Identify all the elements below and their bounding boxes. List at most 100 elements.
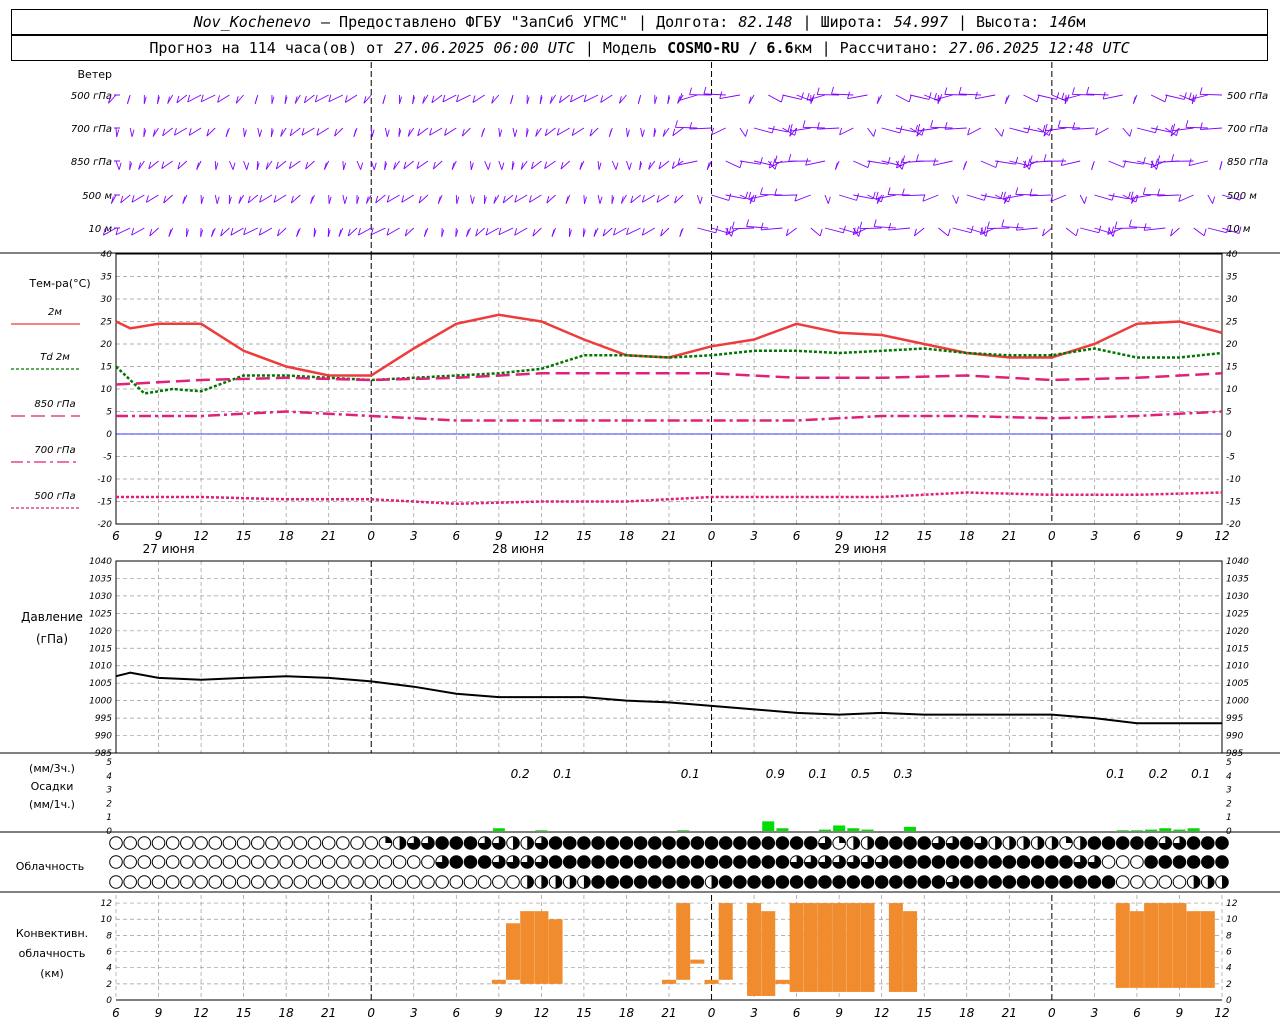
conv-cloud-bar (1158, 903, 1173, 988)
cloud-cover-fill (1215, 855, 1229, 869)
temp-ytick-right: 40 (1226, 250, 1238, 260)
cloud-cover-fill (399, 836, 406, 850)
cloud-cover-fill (691, 875, 704, 889)
wind-barb-flag (1084, 196, 1087, 204)
cloud-cover-fill (747, 855, 761, 869)
wind-barb-flag (915, 154, 919, 162)
cloud-cover-circle (463, 875, 478, 889)
wind-barb-flag (626, 129, 630, 137)
temp-legend-label: Td 2м (40, 352, 70, 363)
temp-xtick: 9 (1176, 529, 1184, 543)
wind-barb-flag (608, 129, 612, 137)
wind-barb-flag (215, 162, 219, 170)
pressure-ytick-left: 990 (95, 732, 112, 742)
wind-level-left: 500 гПа (71, 91, 112, 102)
precip-title: Осадки (31, 780, 74, 793)
wind-barb (1108, 160, 1124, 168)
cloud-cover-circle (506, 875, 520, 889)
cloud-cover-circle (265, 836, 279, 850)
cloud-cover-circle (236, 836, 251, 850)
cloud-cover-circle (350, 875, 364, 889)
conv-xtick: 0 (708, 1006, 716, 1020)
temp-xtick: 3 (410, 529, 418, 543)
wind-barb-flag (816, 87, 820, 95)
precip-bar (1116, 830, 1129, 831)
cloud-cover-fill (875, 875, 888, 889)
wind-barb-flag (1183, 92, 1187, 100)
wind-barb (994, 127, 1003, 137)
temp-ytick-left: 20 (101, 340, 113, 350)
cloud-cover-fill (761, 855, 775, 869)
cloud-cover-circle (180, 855, 194, 869)
wind-barb-flag (1043, 154, 1047, 162)
wind-barb-flag (774, 162, 778, 170)
wind-barb-flag (470, 162, 474, 170)
wind-barb-flag (514, 129, 518, 137)
temp-xtick: 15 (917, 529, 932, 543)
cloud-cover-circle (1130, 875, 1144, 889)
wind-barb-flag (1112, 229, 1116, 237)
conv-xtick: 9 (495, 1006, 503, 1020)
temp-ytick-left: 0 (106, 430, 112, 440)
wind-barb (711, 194, 729, 201)
cloud-cover-circle (364, 875, 379, 889)
cloud-cover-fill (1187, 836, 1200, 850)
cloud-cover-circle (250, 875, 265, 889)
wind-barb (1065, 227, 1077, 237)
wind-barb (839, 194, 857, 201)
wind-barb (1058, 126, 1081, 129)
cloud-cover-fill (776, 855, 789, 869)
wind-barb (1016, 227, 1038, 231)
wind-barb-flag (1129, 129, 1133, 137)
wind-barb-flag (1212, 196, 1216, 204)
temp-xtick: 0 (367, 529, 375, 543)
temp-xtick: 6 (112, 529, 120, 543)
wind-barb-flag (887, 187, 891, 195)
precip-ytick-left: 1 (106, 813, 112, 823)
temp-ytick-left: 30 (101, 295, 113, 305)
wind-level-right: 500 м (1227, 191, 1257, 202)
conv-ytick-left: 0 (106, 996, 112, 1006)
cloud-cover-circle (265, 855, 279, 869)
precip-amount-label: 0.5 (851, 767, 870, 781)
wind-barb-flag (947, 228, 951, 237)
cloud-cover-fill (676, 836, 690, 850)
cloud-cover-fill (853, 836, 860, 850)
wind-barb (1150, 94, 1166, 103)
cloud-cover-fill (705, 855, 718, 869)
cloud-cover-fill (974, 855, 988, 869)
temp-xtick: 3 (1091, 529, 1099, 543)
cloud-cover-fill (591, 875, 605, 889)
wind-barb-flag (127, 96, 130, 104)
wind-barb-flag (1164, 94, 1168, 102)
wind-barb-flag (928, 92, 932, 100)
wind-barb-flag (728, 193, 732, 201)
wind-barb (1061, 160, 1081, 166)
wind-barb-flag (934, 92, 937, 101)
pressure-ytick-right: 1025 (1226, 609, 1249, 619)
wind-barb-flag (386, 129, 390, 137)
wind-barb-flag (674, 120, 678, 128)
wind-barb-flag (819, 228, 823, 237)
cloud-cover-fill (776, 836, 789, 850)
cloud-cover-circle (435, 875, 449, 889)
wind-barb (498, 227, 514, 236)
conv-ytick-right: 0 (1226, 996, 1232, 1006)
wind-level-left: 700 гПа (71, 124, 112, 135)
cloud-cover-fill (691, 855, 704, 869)
cloud-cover-fill (839, 836, 846, 843)
cloud-cover-circle (336, 836, 350, 850)
wind-barb (371, 227, 386, 236)
pressure-ytick-left: 1025 (89, 609, 112, 619)
conv-xtick: 6 (112, 1006, 120, 1020)
cloud-cover-circle (208, 855, 223, 869)
wind-barb-flag (856, 193, 860, 201)
wind-barb (1172, 127, 1194, 132)
wind-level-right: 850 гПа (1227, 157, 1268, 168)
temp-xtick: 6 (452, 529, 460, 543)
wind-barb-flag (1029, 155, 1033, 163)
wind-barb-flag (875, 191, 879, 199)
wind-barb (1061, 94, 1081, 101)
cloud-cover-circle (123, 836, 137, 850)
wind-barb (1200, 93, 1223, 96)
